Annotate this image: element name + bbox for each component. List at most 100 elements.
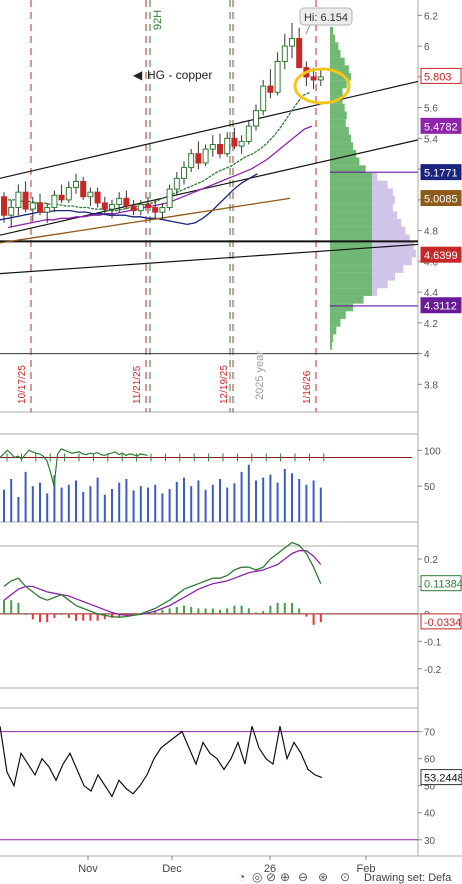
profile-bar-value-area [372, 265, 404, 273]
price-tick-label: 5.4 [424, 134, 438, 145]
profile-bar [330, 265, 372, 273]
volume-bar [139, 486, 142, 522]
macd-histogram-bar [197, 608, 200, 614]
profile-bar [330, 203, 372, 212]
toolbar-icon[interactable]: ⊘ [266, 870, 276, 884]
profile-bar-value-area [372, 226, 406, 235]
volume-bar [132, 490, 135, 522]
top-marker-label: 92H [152, 10, 164, 30]
volume-bar [10, 479, 13, 522]
macd-histogram-bar [283, 602, 286, 614]
profile-bar-value-area [372, 280, 388, 289]
candle-body [260, 85, 267, 112]
candle-body [15, 191, 22, 209]
macd-histogram-bar [24, 613, 27, 615]
price-tick-label: 4.8 [424, 227, 438, 238]
macd-histogram-bar [3, 600, 5, 614]
candle-body [217, 144, 223, 155]
volume-bar [291, 473, 293, 522]
profile-bar-value-area [372, 203, 393, 212]
rsi-tick-label: 70 [424, 728, 436, 739]
profile-bar [330, 34, 336, 43]
profile-bar [330, 142, 354, 150]
profile-bar [330, 134, 351, 143]
profile-bar [330, 288, 372, 296]
zoom-in-icon[interactable]: ⊕ [280, 870, 290, 884]
profile-bar [330, 226, 372, 235]
price-tag-label: 5.4782 [424, 121, 458, 133]
toolbar-icon[interactable]: ⊙ [340, 870, 350, 884]
symbol-label: HG - copper [147, 68, 212, 82]
volume-bar [226, 487, 229, 522]
profile-bar [330, 326, 337, 335]
volume-bar [233, 483, 236, 522]
macd-histogram-bar [161, 609, 164, 614]
macd-histogram-bar [60, 613, 63, 615]
volume-bar [319, 487, 322, 522]
candle-body [202, 148, 209, 164]
price-tag-label: 4.6399 [424, 250, 458, 262]
volume-bar [211, 484, 214, 522]
candle-body [188, 153, 195, 169]
toolbar-icon[interactable]: ⊛ [318, 870, 328, 884]
rsi-tag-label: 53.2448 [424, 773, 462, 785]
profile-bar-value-area [372, 172, 378, 181]
volume-bar [183, 477, 185, 522]
volume-bar [204, 489, 207, 522]
event-label: 1/16/26 [302, 370, 313, 404]
rsi-tick-label: 40 [424, 809, 436, 820]
event-label: 11/21/25 [132, 365, 143, 404]
macd-histogram-bar [17, 602, 20, 614]
profile-bar-value-area [372, 180, 388, 189]
toolbar-icon[interactable]: ◎ [252, 870, 262, 884]
profile-bar [330, 334, 334, 343]
macd-histogram-bar [96, 613, 99, 621]
macd-tick-label: 0.2 [424, 555, 438, 566]
profile-bar-value-area [372, 249, 416, 258]
candle-body [159, 207, 166, 213]
volume-bar [103, 494, 106, 522]
candle-body [317, 76, 324, 81]
candle-body [94, 191, 101, 204]
volume-bar [75, 480, 77, 522]
price-tag-label: 4.3112 [424, 301, 457, 313]
macd-histogram-bar [233, 605, 236, 614]
macd-histogram-bar [53, 613, 56, 618]
profile-bar-value-area [372, 211, 398, 220]
candle-body [73, 180, 79, 189]
macd-histogram-bar [291, 602, 293, 614]
year-label: 2025 year [254, 351, 266, 400]
bottom-toolbar: ◔ ◎ ⊘ ⊕ ⊖ ⊛ ⊙ Drawing set: Defa [238, 870, 452, 884]
profile-bar [330, 196, 372, 204]
profile-bar-value-area [372, 196, 396, 204]
candle-body [238, 140, 245, 147]
zoom-out-icon[interactable]: ⊖ [298, 870, 308, 884]
profile-bar [330, 57, 345, 66]
candle-body [123, 197, 130, 207]
macd-histogram-bar [168, 608, 171, 614]
candle-body [209, 144, 216, 150]
candle-body [80, 180, 87, 198]
price-tick-label: 4.2 [424, 319, 438, 330]
volume-bar [219, 479, 221, 522]
macd-histogram-bar [39, 613, 41, 623]
volume-bar [3, 489, 5, 522]
toolbar-icon[interactable]: ◔ [238, 870, 245, 884]
volume-bar [39, 482, 41, 522]
volume-bar [31, 486, 34, 522]
macd-histogram-bar [46, 613, 49, 623]
volume-bar [147, 487, 149, 522]
rsi-tag: 53.2448 [420, 769, 462, 786]
macd-histogram-bar [183, 605, 185, 614]
volume-bar [67, 484, 70, 522]
profile-bar [330, 49, 341, 58]
volume-tick-label: 100 [424, 446, 441, 457]
profile-bar-value-area [372, 219, 402, 227]
candle-body [29, 202, 36, 210]
hist-tag-label: -0.0334 [424, 617, 461, 629]
volume-bar [190, 486, 193, 522]
profile-bar [330, 280, 372, 289]
macd-histogram-bar [255, 612, 257, 614]
candle-body [87, 191, 94, 198]
macd-histogram-bar [312, 613, 315, 625]
